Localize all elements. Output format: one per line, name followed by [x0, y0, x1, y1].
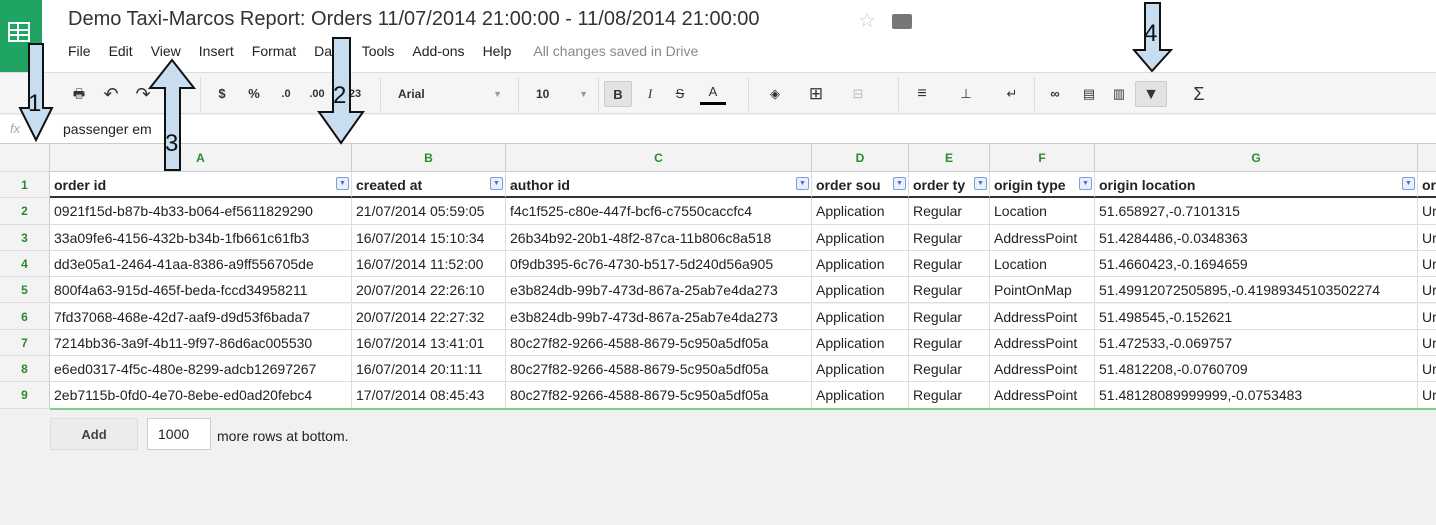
annotation-arrows: [18, 2, 1174, 171]
annotation-label-1: 1: [28, 90, 42, 117]
annotation-label-4: 4: [1144, 20, 1158, 47]
annotation-label-2: 2: [333, 82, 347, 109]
annotation-label-3: 3: [165, 130, 179, 157]
